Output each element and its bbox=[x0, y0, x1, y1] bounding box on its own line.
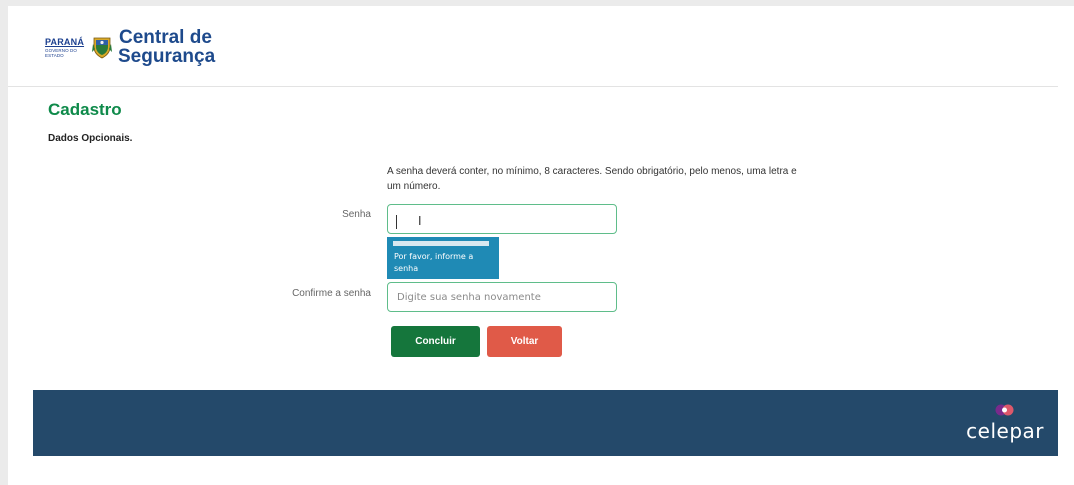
voltar-button[interactable]: Voltar bbox=[487, 326, 562, 357]
tooltip-message: Por favor, informe a senha bbox=[394, 252, 474, 273]
page: PARANÁ GOVERNO DO ESTADO Central de Segu… bbox=[8, 6, 1074, 485]
concluir-button[interactable]: Concluir bbox=[391, 326, 480, 357]
parana-coat-of-arms-icon bbox=[92, 37, 112, 59]
header: PARANÁ GOVERNO DO ESTADO Central de Segu… bbox=[8, 6, 1058, 87]
confirm-senha-label: Confirme a senha bbox=[292, 288, 371, 299]
validation-tooltip: Por favor, informe a senha bbox=[387, 237, 499, 279]
celepar-logo-icon bbox=[995, 404, 1014, 416]
gov-subtitle: GOVERNO DO ESTADO bbox=[45, 47, 78, 58]
text-caret bbox=[396, 215, 397, 229]
footer: celepar bbox=[33, 390, 1058, 456]
celepar-brand-text: celepar bbox=[966, 419, 1044, 443]
confirm-senha-input[interactable] bbox=[387, 282, 617, 312]
section-subtitle: Dados Opcionais. bbox=[48, 133, 133, 144]
central-seguranca-logo[interactable]: PARANÁ GOVERNO DO ESTADO Central de Segu… bbox=[45, 28, 215, 66]
tooltip-bar bbox=[393, 241, 489, 246]
gov-name: PARANÁ bbox=[45, 36, 85, 47]
parana-government-logo: PARANÁ GOVERNO DO ESTADO bbox=[45, 37, 91, 58]
site-name-line2: Segurança bbox=[118, 46, 216, 67]
site-name: Central de Segurança bbox=[118, 28, 215, 66]
senha-label: Senha bbox=[342, 209, 371, 220]
text-cursor-icon: I bbox=[418, 214, 422, 228]
page-title: Cadastro bbox=[48, 100, 122, 119]
site-name-line1: Central de bbox=[119, 27, 212, 48]
password-requirements-text: A senha deverá conter, no mínimo, 8 cara… bbox=[387, 166, 797, 192]
